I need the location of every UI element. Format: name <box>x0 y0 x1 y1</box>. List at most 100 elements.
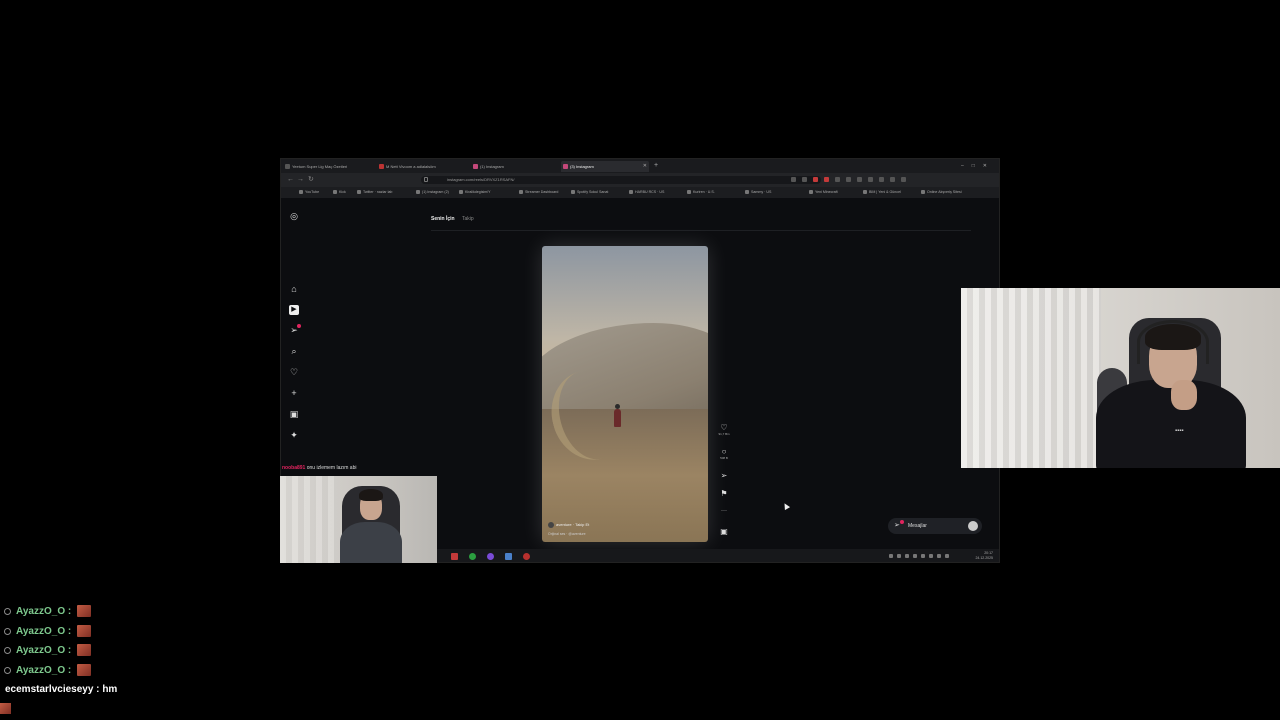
avatar <box>968 521 978 531</box>
bookmark-item[interactable]: Kuriren · U.S. <box>687 187 715 198</box>
comment-count: 508 B <box>720 456 728 460</box>
plus-icon[interactable]: + <box>289 388 299 398</box>
app-icon[interactable] <box>505 553 512 560</box>
reel-username[interactable]: aventure <box>556 522 572 527</box>
bookmark-item[interactable]: HARBU RCS · US <box>629 187 664 198</box>
chat-emote-icon <box>77 644 91 656</box>
headset <box>1137 320 1209 364</box>
app-icon[interactable] <box>487 553 494 560</box>
extension-icon[interactable] <box>879 177 884 182</box>
new-tab-button[interactable]: + <box>654 161 658 171</box>
notification-dot <box>900 520 904 524</box>
close-tab-icon[interactable]: ✕ <box>643 161 647 172</box>
feed-tabs: Senin İçin Takip <box>431 216 474 222</box>
bookmark-item[interactable]: Kiralikdegisim/Y <box>459 187 491 198</box>
avatar[interactable] <box>548 522 554 528</box>
reel-audio[interactable]: Orijinal ses · @aventure <box>548 532 586 536</box>
stream-chat: AyazzO_O : AyazzO_O : AyazzO_O : AyazzO_… <box>0 602 300 700</box>
hiker-figure <box>614 403 621 427</box>
extension-icon[interactable] <box>857 177 862 182</box>
instagram-icon[interactable]: ◎ <box>289 211 299 221</box>
extension-icons <box>791 177 906 183</box>
send-icon[interactable]: ➢ <box>289 324 301 335</box>
chat-badge-icon <box>4 666 11 674</box>
browser-tab[interactable]: Yeetum Super Lig Maç Özetleri <box>283 161 375 172</box>
tab-for-you[interactable]: Senin İçin <box>431 216 455 222</box>
chat-username[interactable]: AyazzO_O : <box>16 641 71 660</box>
reels-icon[interactable]: ▶ <box>289 305 299 315</box>
extension-icon[interactable] <box>813 177 818 182</box>
extension-icon[interactable] <box>835 177 840 182</box>
bookmark-icon[interactable]: ⚑ <box>718 489 730 498</box>
extension-icon[interactable] <box>802 177 807 182</box>
dashboard-icon[interactable]: ▣ <box>289 409 299 419</box>
extension-icon[interactable] <box>791 177 796 182</box>
follow-button[interactable]: Takip Et <box>575 522 589 527</box>
browser-tab-strip: Yeetum Super Lig Maç Özetleri M Nett Viv… <box>281 159 999 173</box>
bookmark-item[interactable]: BIM | Yeni & Güncel <box>863 187 901 198</box>
tab-favicon-icon <box>563 164 568 169</box>
chat-message: AyazzO_O : <box>0 641 300 661</box>
menu-icon[interactable] <box>901 177 906 182</box>
webcam-small <box>280 476 437 563</box>
chat-badge-icon <box>4 627 11 635</box>
bookmark-item[interactable]: Yeni Minecraft <box>809 187 838 198</box>
system-clock[interactable]: 20:17 24.12.2025 <box>975 551 993 561</box>
mouse-cursor <box>781 501 791 511</box>
chat-username[interactable]: AyazzO_O : <box>16 661 71 680</box>
like-button[interactable]: ♡ 91,7 Bin <box>718 423 730 436</box>
browser-tab[interactable]: (1) Instagram <box>471 161 559 172</box>
chat-emote-icon <box>77 605 91 617</box>
app-icon[interactable] <box>451 553 458 560</box>
bookmark-item[interactable]: Twitter · nazlar lab <box>357 187 392 198</box>
heart-icon[interactable]: ♡ <box>289 367 299 377</box>
url-text: instagram.com/reels/DRVXZ1RSAFN/ <box>447 177 515 182</box>
bookmark-item[interactable]: (1) Instagram (2) <box>416 187 449 198</box>
browser-tab-active[interactable]: (3) Instagram ✕ <box>561 161 649 172</box>
window-controls[interactable]: –□✕ <box>961 161 995 171</box>
inner-chat-user: nooba891 <box>282 465 306 471</box>
chat-username[interactable]: AyazzO_O : <box>16 602 71 621</box>
search-icon[interactable]: ⌕ <box>289 346 299 356</box>
tab-favicon-icon <box>285 164 290 169</box>
chat-badge-icon <box>4 608 11 615</box>
comment-button[interactable]: ○ 508 B <box>718 447 730 460</box>
extension-icon[interactable] <box>824 177 829 182</box>
home-icon[interactable]: ⌂ <box>289 284 299 294</box>
bookmark-item[interactable]: Streamer Dashboard <box>519 187 558 198</box>
webcam-large: ▪▪▪▪ <box>961 288 1280 468</box>
bookmarks-bar: YouTube Kick Twitter · nazlar lab (1) In… <box>281 187 999 198</box>
extension-icon[interactable] <box>846 177 851 182</box>
messages-button[interactable]: ➢ Mesajlar <box>888 518 982 534</box>
reel-video[interactable]: aventure · Takip Et Orijinal ses · @aven… <box>542 246 708 542</box>
bookmark-item[interactable]: Online Alışveriş Sitesi <box>921 187 962 198</box>
spotify-icon[interactable] <box>469 553 476 560</box>
chat-message: AyazzO_O : <box>0 661 300 681</box>
extension-icon[interactable] <box>868 177 873 182</box>
back-icon[interactable]: ← <box>287 175 294 185</box>
more-options-icon[interactable]: ··· <box>718 507 730 516</box>
browser-tab[interactable]: M Nett Vivoom a adlalalsöm <box>377 161 469 172</box>
more-icon[interactable]: ✦ <box>289 430 299 440</box>
bookmark-item[interactable]: Spotify Sokul Sanat <box>571 187 608 198</box>
chat-message: ecemstarlvcieseyy : hm <box>0 680 300 700</box>
forward-icon[interactable]: → <box>297 175 304 185</box>
inner-chat-message: nooba891 onu izlemem lazım abi <box>282 465 356 471</box>
app-icon[interactable] <box>523 553 530 560</box>
bookmark-item[interactable]: Sammy · US <box>745 187 771 198</box>
tab-following[interactable]: Takip <box>462 216 474 222</box>
divider <box>431 230 971 231</box>
address-bar[interactable]: instagram.com/reels/DRVXZ1RSAFN/ <box>421 176 821 184</box>
bookmark-item[interactable]: YouTube <box>299 187 319 198</box>
chat-badge-icon <box>4 647 11 654</box>
extension-icon[interactable] <box>890 177 895 182</box>
chat-username[interactable]: ecemstarlvcieseyy : <box>5 684 100 695</box>
reload-icon[interactable]: ↻ <box>308 175 314 185</box>
system-tray-icons <box>889 554 949 558</box>
audio-thumbnail[interactable]: ▣ <box>718 527 730 536</box>
send-icon: ➢ <box>894 522 900 529</box>
chat-username[interactable]: AyazzO_O : <box>16 622 71 641</box>
like-count: 91,7 Bin <box>718 432 730 436</box>
bookmark-item[interactable]: Kick <box>333 187 346 198</box>
share-icon[interactable]: ➢ <box>718 471 730 480</box>
